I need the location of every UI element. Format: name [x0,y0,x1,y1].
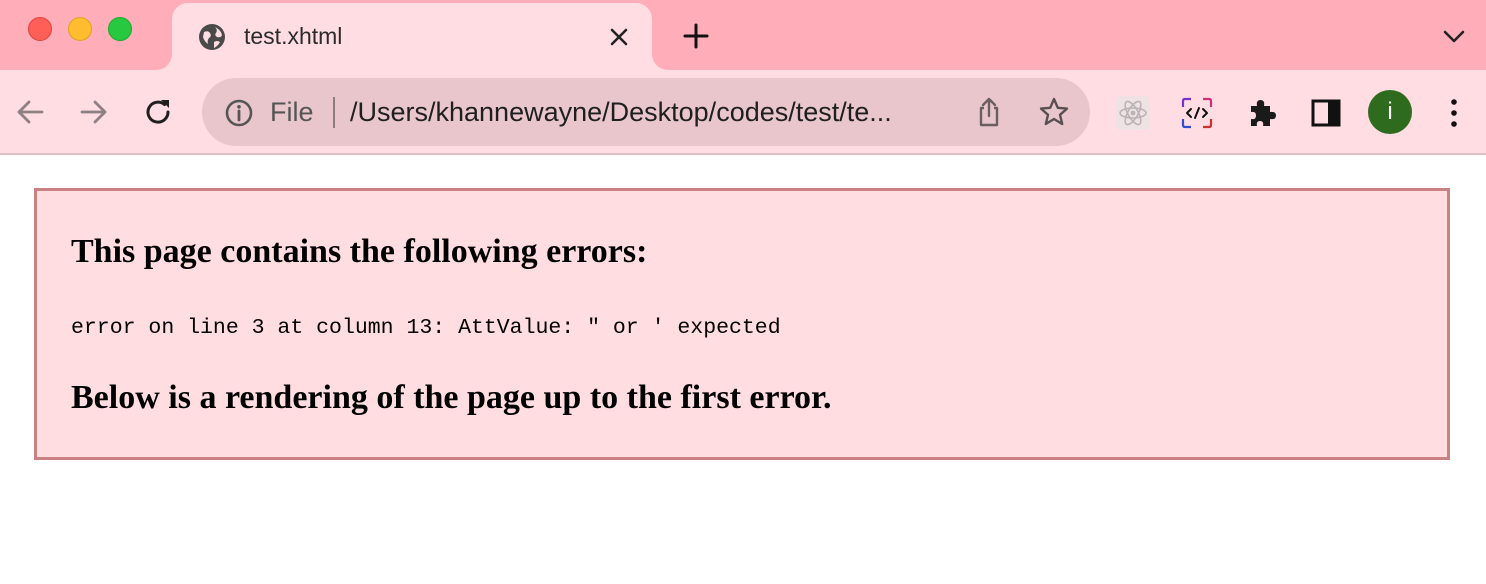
puzzle-icon[interactable] [1245,96,1279,130]
tab-active[interactable]: test.xhtml [172,3,652,70]
toolbar: File /Users/khannewayne/Desktop/codes/te… [0,70,1486,155]
tab-strip: test.xhtml [0,0,1486,70]
error-footer: Below is a rendering of the page up to t… [71,379,832,416]
maximize-window-button[interactable] [108,17,132,41]
profile-avatar[interactable]: i [1368,90,1412,134]
reload-icon[interactable] [140,94,176,130]
minimize-window-button[interactable] [68,17,92,41]
xml-parse-error-box: This page contains the following errors:… [34,188,1450,460]
back-arrow-icon[interactable] [12,94,48,130]
side-panel-icon[interactable] [1309,96,1343,130]
error-message: error on line 3 at column 13: AttValue: … [71,316,781,340]
react-icon[interactable] [1116,96,1150,130]
share-icon[interactable] [974,96,1004,128]
omnibox-divider [333,97,335,128]
info-icon[interactable] [224,98,254,128]
tab-title: test.xhtml [244,23,343,49]
star-icon[interactable] [1038,96,1070,128]
close-window-button[interactable] [28,17,52,41]
globe-icon [199,24,225,50]
error-heading: This page contains the following errors: [71,233,648,270]
kebab-menu-icon[interactable] [1440,96,1468,130]
code-icon[interactable] [1180,96,1214,130]
chevron-down-icon[interactable] [1440,24,1468,48]
scheme-label: File [270,97,314,127]
forward-arrow-icon[interactable] [76,94,112,130]
url-text[interactable]: /Users/khannewayne/Desktop/codes/test/te… [350,97,892,128]
plus-icon[interactable] [680,20,712,52]
close-icon[interactable] [606,24,632,50]
address-bar[interactable]: File /Users/khannewayne/Desktop/codes/te… [202,78,1090,146]
